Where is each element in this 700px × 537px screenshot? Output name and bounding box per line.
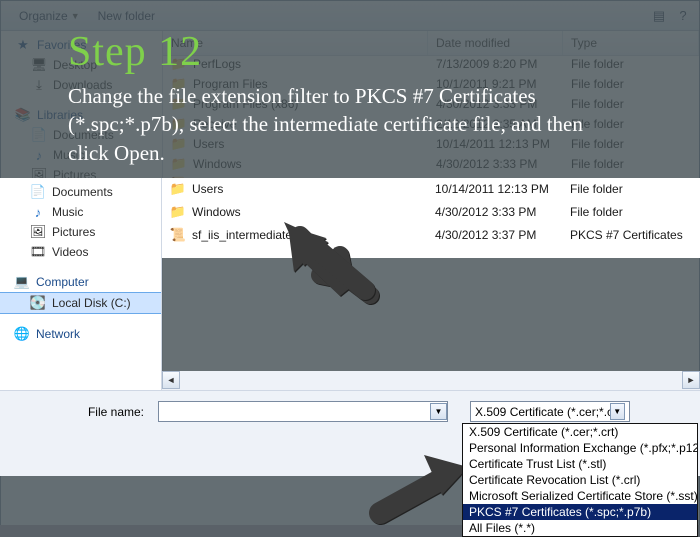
- new-folder-label: New folder: [98, 9, 155, 23]
- folder-icon: 📁: [171, 116, 187, 132]
- nav-documents[interactable]: 📄Documents: [1, 125, 162, 145]
- folder-icon: 📁: [171, 56, 187, 72]
- file-name: Receive: [193, 117, 236, 131]
- view-icon[interactable]: ▤: [651, 8, 667, 24]
- desktop-icon: 🖥: [31, 57, 47, 73]
- new-folder-button[interactable]: New folder: [98, 9, 155, 23]
- computer-icon: 💻: [15, 217, 31, 233]
- star-icon: ★: [15, 37, 31, 53]
- folder-icon: 📁: [171, 156, 187, 172]
- filter-options-list[interactable]: X.509 Certificate (*.cer;*.crt)Personal …: [462, 423, 698, 537]
- col-name[interactable]: Name: [163, 31, 428, 55]
- filter-option[interactable]: Certificate Revocation List (*.crl): [463, 472, 697, 488]
- col-type[interactable]: Type: [563, 31, 699, 55]
- file-date: 2/12/2012 2:35 AM: [428, 117, 563, 131]
- nav-desktop[interactable]: 🖥Desktop: [1, 55, 162, 75]
- filter-option[interactable]: Certificate Trust List (*.stl): [463, 456, 697, 472]
- nav-pictures[interactable]: 🖼Pictures: [1, 165, 162, 185]
- organize-label: Organize: [19, 9, 68, 23]
- file-date: 7/13/2009 8:20 PM: [428, 57, 563, 71]
- nav-favorites[interactable]: ★Favorites: [1, 35, 162, 55]
- file-name: Windows: [193, 157, 242, 171]
- certificate-icon: 📜: [171, 176, 187, 192]
- file-type: File folder: [563, 157, 699, 171]
- pictures-icon: 🖼: [31, 167, 47, 183]
- list-headers: Name Date modified Type: [163, 31, 699, 56]
- nav-downloads[interactable]: ⤓Downloads: [1, 75, 162, 95]
- file-list: Name Date modified Type 📁 PerfLogs 7/13/20…: [163, 31, 699, 439]
- file-row[interactable]: 📁 PerfLogs 7/13/2009 8:20 PMFile folder: [163, 56, 699, 76]
- file-date: 10/14/2011 12:13 PM: [428, 137, 563, 151]
- nav-local-disk[interactable]: 💽Local Disk (C:): [1, 235, 162, 257]
- disk-icon: 💽: [31, 238, 47, 254]
- filename-label: File name:: [11, 454, 150, 468]
- library-icon: 📚: [15, 107, 31, 123]
- file-name: sf_iis_intermediates: [193, 177, 299, 191]
- music-icon: ♪: [31, 147, 47, 163]
- documents-icon: 📄: [31, 127, 47, 143]
- file-date: 4/30/2012 3:37 PM: [428, 177, 563, 191]
- file-type: File folder: [563, 77, 699, 91]
- file-type: File folder: [563, 57, 699, 71]
- organize-menu[interactable]: Organize ▼: [19, 9, 80, 23]
- file-date: 10/1/2011 9:21 PM: [428, 77, 563, 91]
- nav-network[interactable]: 🌐Network: [1, 267, 162, 287]
- file-type: File folder: [563, 117, 699, 131]
- file-name: PerfLogs: [193, 57, 241, 71]
- filter-option[interactable]: X.509 Certificate (*.cer;*.crt): [463, 424, 697, 440]
- chevron-down-icon: ▼: [71, 11, 80, 21]
- file-name: Program Files (x86): [193, 97, 298, 111]
- videos-icon: 🎞: [31, 187, 47, 203]
- file-row[interactable]: 📁 Program Files 10/1/2011 9:21 PMFile fold…: [163, 76, 699, 96]
- file-type: File folder: [563, 137, 699, 151]
- file-row[interactable]: 📁 Receive 2/12/2012 2:35 AMFile folder: [163, 116, 699, 136]
- help-icon[interactable]: ?: [675, 8, 691, 24]
- file-date: 4/30/2012 3:33 PM: [428, 97, 563, 111]
- nav-pane: ★Favorites 🖥Desktop ⤓Downloads 📚Librarie…: [1, 31, 163, 439]
- nav-computer[interactable]: 💻Computer: [1, 215, 162, 235]
- file-name: Users: [193, 137, 224, 151]
- filter-option[interactable]: Personal Information Exchange (*.pfx;*.p…: [463, 440, 697, 456]
- file-row[interactable]: 📁 Program Files (x86) 4/30/2012 3:33 PMFil…: [163, 96, 699, 116]
- nav-music[interactable]: ♪Music: [1, 145, 162, 165]
- file-date: 4/30/2012 3:33 PM: [428, 157, 563, 171]
- col-date[interactable]: Date modified: [428, 31, 563, 55]
- nav-videos[interactable]: 🎞Videos: [1, 185, 162, 205]
- file-name: Program Files: [193, 77, 268, 91]
- filter-option[interactable]: All Files (*.*): [463, 520, 697, 536]
- folder-icon: 📁: [171, 76, 187, 92]
- toolbar: Organize ▼ New folder ▤ ?: [1, 1, 699, 31]
- file-row[interactable]: 📁 Users 10/14/2011 12:13 PMFile folder: [163, 136, 699, 156]
- network-icon: 🌐: [15, 269, 31, 285]
- file-row[interactable]: 📜 sf_iis_intermediates 4/30/2012 3:37 PMPK…: [163, 176, 699, 196]
- folder-icon: 📁: [171, 136, 187, 152]
- folder-icon: 📁: [171, 96, 187, 112]
- nav-libraries[interactable]: 📚Libraries: [1, 105, 162, 125]
- filter-option[interactable]: Microsoft Serialized Certificate Store (…: [463, 488, 697, 504]
- file-type: File folder: [563, 97, 699, 111]
- download-icon: ⤓: [31, 77, 47, 93]
- file-type: PKCS #7 Certificates: [563, 177, 699, 191]
- file-row[interactable]: 📁 Windows 4/30/2012 3:33 PMFile folder: [163, 156, 699, 176]
- filename-input[interactable]: [158, 450, 445, 471]
- filter-option[interactable]: PKCS #7 Certificates (*.spc;*.p7b): [463, 504, 697, 520]
